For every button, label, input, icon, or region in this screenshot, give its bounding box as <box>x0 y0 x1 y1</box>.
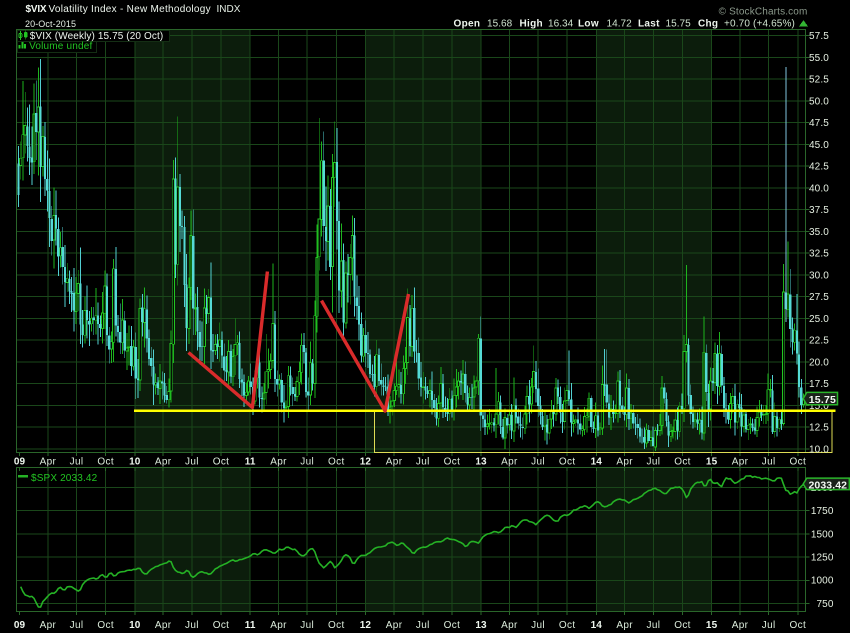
svg-text:INDX: INDX <box>217 4 241 15</box>
svg-text:$SPX 2033.42: $SPX 2033.42 <box>31 473 98 484</box>
svg-text:Jul: Jul <box>646 456 660 467</box>
svg-text:15: 15 <box>706 620 718 631</box>
svg-text:750: 750 <box>817 599 834 610</box>
svg-text:37.5: 37.5 <box>809 205 829 216</box>
svg-text:Oct: Oct <box>213 456 230 467</box>
svg-text:Oct: Oct <box>328 620 345 631</box>
svg-text:Jul: Jul <box>70 620 84 631</box>
svg-text:Jul: Jul <box>185 456 199 467</box>
svg-text:13: 13 <box>475 456 487 467</box>
svg-text:1750: 1750 <box>811 506 834 517</box>
svg-text:Volume undef: Volume undef <box>29 41 92 52</box>
svg-text:Jul: Jul <box>762 620 776 631</box>
svg-text:22.5: 22.5 <box>809 336 829 347</box>
svg-text:Apr: Apr <box>616 620 633 631</box>
svg-text:Jul: Jul <box>416 620 430 631</box>
svg-text:Apr: Apr <box>386 620 403 631</box>
svg-text:13: 13 <box>475 620 487 631</box>
svg-text:Apr: Apr <box>40 620 57 631</box>
svg-text:Apr: Apr <box>270 456 287 467</box>
svg-text:1000: 1000 <box>811 576 834 587</box>
svg-text:40.0: 40.0 <box>809 183 829 194</box>
svg-text:Oct: Oct <box>789 620 806 631</box>
svg-text:Jul: Jul <box>416 456 430 467</box>
svg-text:09: 09 <box>14 456 26 467</box>
svg-text:57.5: 57.5 <box>809 31 829 42</box>
svg-text:35.0: 35.0 <box>809 227 829 238</box>
svg-text:1500: 1500 <box>811 529 834 540</box>
svg-text:30.0: 30.0 <box>809 270 829 281</box>
svg-text:14: 14 <box>591 456 603 467</box>
svg-text:32.5: 32.5 <box>809 249 829 260</box>
svg-text:Oct: Oct <box>444 620 461 631</box>
svg-text:1250: 1250 <box>811 553 834 564</box>
svg-text:Last: Last <box>638 18 660 29</box>
svg-text:15: 15 <box>706 456 718 467</box>
svg-text:15.75: 15.75 <box>666 18 692 29</box>
svg-text:Oct: Oct <box>674 620 691 631</box>
svg-text:Apr: Apr <box>501 456 518 467</box>
svg-text:45.0: 45.0 <box>809 140 829 151</box>
svg-text:Jul: Jul <box>762 456 776 467</box>
svg-text:Apr: Apr <box>616 456 633 467</box>
svg-text:Jul: Jul <box>531 456 545 467</box>
svg-text:10: 10 <box>129 456 141 467</box>
svg-text:Jul: Jul <box>185 620 199 631</box>
svg-text:20.0: 20.0 <box>809 357 829 368</box>
svg-text:Apr: Apr <box>155 456 172 467</box>
svg-text:Oct: Oct <box>674 456 691 467</box>
svg-text:$VIX: $VIX <box>26 4 47 15</box>
svg-text:Jul: Jul <box>646 620 660 631</box>
svg-text:Oct: Oct <box>97 620 114 631</box>
svg-text:Open: Open <box>454 18 481 29</box>
svg-text:20-Oct-2015: 20-Oct-2015 <box>25 19 76 29</box>
svg-text:Low: Low <box>578 18 599 29</box>
svg-text:15.75: 15.75 <box>809 394 836 406</box>
svg-text:Apr: Apr <box>155 620 172 631</box>
svg-text:Apr: Apr <box>501 620 518 631</box>
svg-text:12: 12 <box>360 620 372 631</box>
svg-text:Apr: Apr <box>40 456 57 467</box>
svg-text:© StockCharts.com: © StockCharts.com <box>719 6 808 17</box>
svg-text:Apr: Apr <box>386 456 403 467</box>
svg-text:12: 12 <box>360 456 372 467</box>
svg-text:52.5: 52.5 <box>809 75 829 86</box>
svg-text:09: 09 <box>14 620 26 631</box>
svg-text:17.5: 17.5 <box>809 379 829 390</box>
svg-text:25.0: 25.0 <box>809 314 829 325</box>
svg-text:50.0: 50.0 <box>809 96 829 107</box>
svg-text:14.72: 14.72 <box>607 18 633 29</box>
svg-text:10: 10 <box>129 620 141 631</box>
svg-text:Apr: Apr <box>732 456 749 467</box>
svg-text:Jul: Jul <box>70 456 84 467</box>
svg-text:Oct: Oct <box>328 456 345 467</box>
svg-text:Oct: Oct <box>444 456 461 467</box>
svg-text:Apr: Apr <box>270 620 287 631</box>
svg-text:Jul: Jul <box>300 456 314 467</box>
svg-text:27.5: 27.5 <box>809 292 829 303</box>
svg-text:14: 14 <box>591 620 603 631</box>
svg-text:42.5: 42.5 <box>809 162 829 173</box>
svg-text:10.0: 10.0 <box>809 444 829 455</box>
svg-text:16.34: 16.34 <box>548 18 574 29</box>
svg-text:15.68: 15.68 <box>487 18 513 29</box>
svg-text:Jul: Jul <box>300 620 314 631</box>
svg-text:Oct: Oct <box>97 456 114 467</box>
svg-text:+0.70 (+4.65%): +0.70 (+4.65%) <box>724 18 795 29</box>
svg-text:Oct: Oct <box>559 620 576 631</box>
svg-text:11: 11 <box>245 456 256 467</box>
svg-text:Oct: Oct <box>559 456 576 467</box>
svg-text:55.0: 55.0 <box>809 53 829 64</box>
svg-text:11: 11 <box>245 620 256 631</box>
svg-text:47.5: 47.5 <box>809 118 829 129</box>
svg-text:Apr: Apr <box>732 620 749 631</box>
svg-text:12.5: 12.5 <box>809 423 829 434</box>
svg-text:Oct: Oct <box>213 620 230 631</box>
svg-text:Volatility Index - New Methodo: Volatility Index - New Methodology <box>49 4 211 15</box>
svg-text:Oct: Oct <box>789 456 806 467</box>
svg-text:High: High <box>520 18 543 29</box>
svg-text:Jul: Jul <box>531 620 545 631</box>
svg-text:2033.42: 2033.42 <box>808 479 847 491</box>
svg-text:Chg: Chg <box>698 18 718 29</box>
